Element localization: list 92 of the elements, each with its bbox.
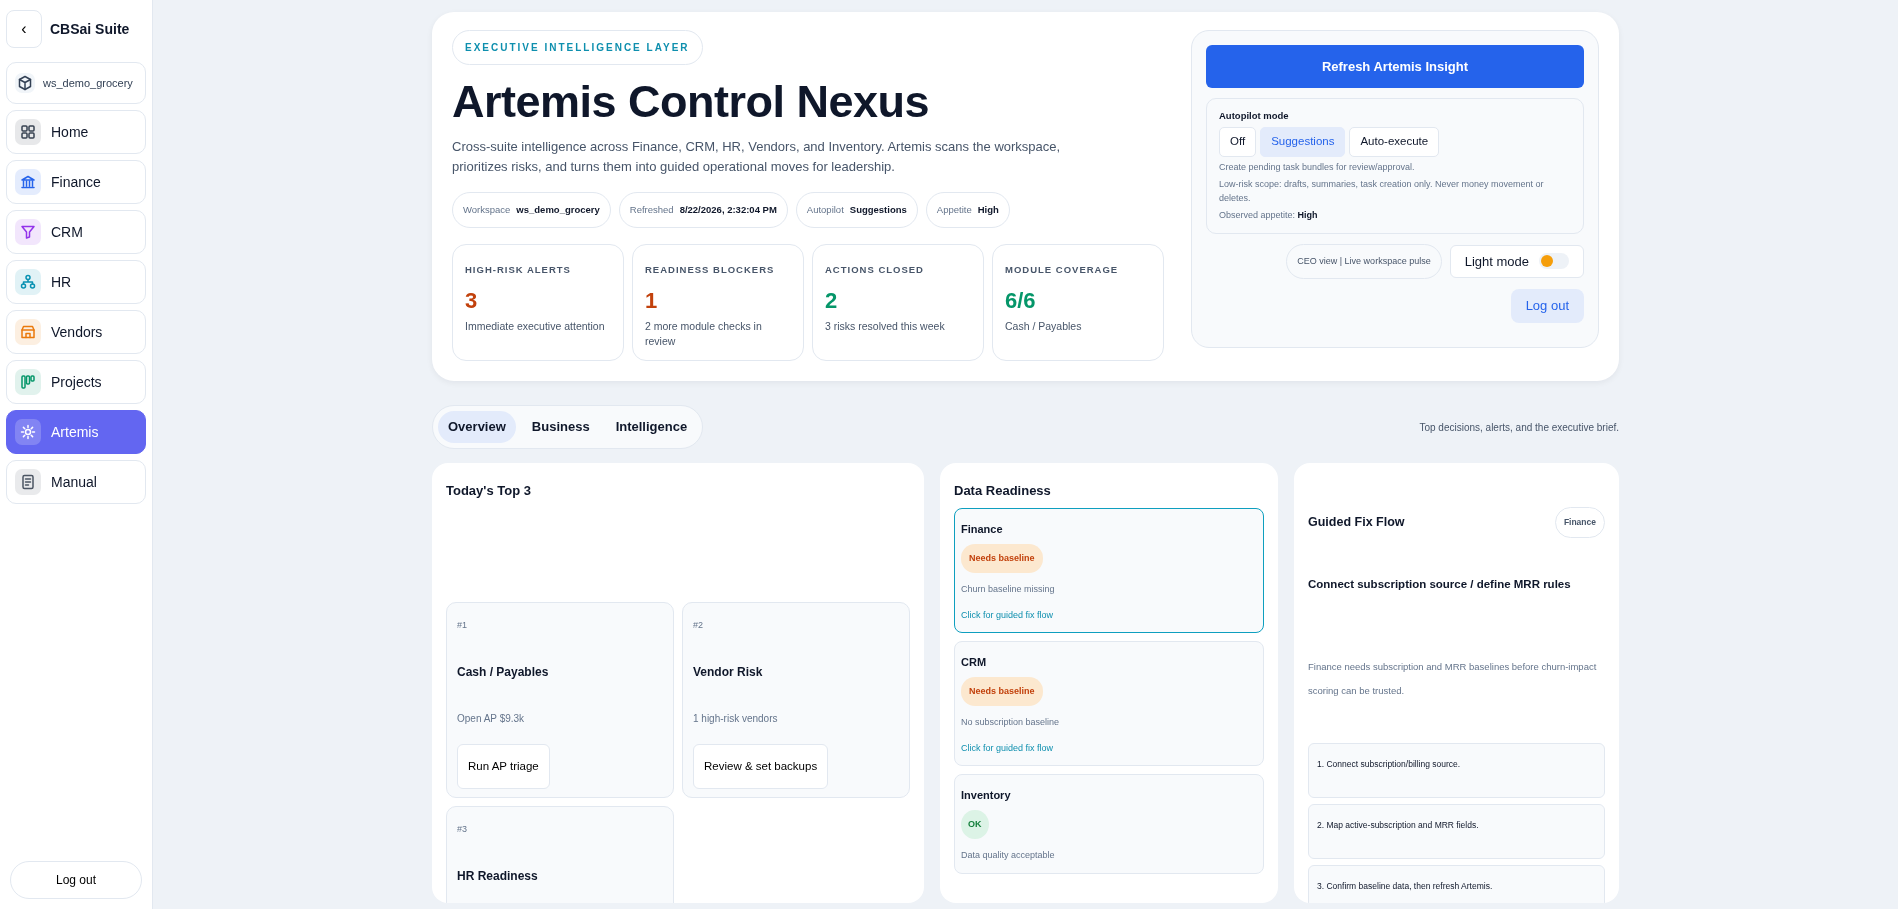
sidebar-item[interactable]: HR bbox=[6, 260, 146, 304]
store-icon bbox=[20, 324, 36, 340]
metric-value: 2 bbox=[825, 286, 839, 315]
refresh-button[interactable]: Refresh Artemis Insight bbox=[1206, 45, 1584, 88]
grid-icon bbox=[20, 124, 36, 140]
tab-hint: Top decisions, alerts, and the executive brief. bbox=[1419, 420, 1619, 435]
chip-label: Appetite bbox=[936, 203, 972, 217]
priority-detail: 1 high-risk vendors bbox=[693, 711, 779, 726]
logout-button[interactable]: Log out bbox=[10, 861, 142, 899]
module-name: Inventory bbox=[961, 788, 1012, 804]
chip-value: 8/22/2026, 2:32:04 PM bbox=[679, 203, 777, 217]
module-name: Finance bbox=[961, 522, 1004, 538]
sidebar-item[interactable]: Manual bbox=[6, 460, 146, 504]
rank-label: #1 bbox=[457, 619, 468, 633]
tab[interactable]: Intelligence bbox=[605, 411, 698, 443]
autopilot-scope: Low-risk scope: drafts, summaries, task creation only. Never money movement or deletes. bbox=[1219, 178, 1545, 205]
metric-label: MODULE COVERAGE bbox=[1005, 263, 1120, 278]
metric-note: Immediate executive attention bbox=[465, 318, 606, 334]
mode-option[interactable]: Suggestions bbox=[1260, 127, 1346, 157]
fix-flow-link[interactable]: Click for guided fix flow bbox=[961, 608, 1054, 623]
back-button[interactable]: ‹ bbox=[6, 10, 42, 48]
page-title: Artemis Control Nexus bbox=[452, 75, 931, 129]
appetite-text: Observed appetite: High bbox=[1219, 209, 1319, 222]
metric-label: READINESS BLOCKERS bbox=[645, 263, 776, 278]
status-detail: Churn baseline missing bbox=[961, 583, 1056, 597]
funnel-icon bbox=[20, 224, 36, 240]
metric-value: 6/6 bbox=[1005, 286, 1037, 315]
tab[interactable]: Business bbox=[521, 411, 600, 443]
fix-step: 3. Confirm baseline data, then refresh Artemis. bbox=[1308, 865, 1605, 903]
fix-step: 2. Map active-subscription and MRR fields. bbox=[1308, 804, 1605, 860]
theme-toggle[interactable]: Light mode bbox=[1449, 244, 1584, 278]
rank-label: #2 bbox=[693, 619, 704, 633]
fix-flow-link[interactable]: Click for guided fix flow bbox=[961, 741, 1054, 756]
columns-icon bbox=[20, 374, 36, 390]
sidebar-item[interactable]: Vendors bbox=[6, 310, 146, 354]
sidebar-item[interactable]: Artemis bbox=[6, 410, 146, 454]
bank-icon bbox=[20, 174, 36, 190]
status-detail: No subscription baseline bbox=[961, 716, 1061, 730]
metric-note: Cash / Payables bbox=[1005, 318, 1083, 334]
chip-label: Workspace bbox=[463, 203, 511, 217]
metric-label: ACTIONS CLOSED bbox=[825, 263, 925, 278]
action-button[interactable]: Review & set backups bbox=[693, 743, 829, 789]
action-button[interactable]: Run AP triage bbox=[457, 743, 550, 789]
status-badge: OK bbox=[961, 809, 989, 840]
sidebar-item[interactable]: CRM bbox=[6, 210, 146, 254]
panel-title: Today's Top 3 bbox=[446, 481, 532, 500]
metric-value: 1 bbox=[645, 286, 659, 315]
document-icon bbox=[20, 474, 36, 490]
status-badge: Needs baseline bbox=[961, 676, 1043, 707]
metric-label: HIGH-RISK ALERTS bbox=[465, 263, 572, 278]
fix-step: 1. Connect subscription/billing source. bbox=[1308, 743, 1605, 799]
metric-note: 3 risks resolved this week bbox=[825, 318, 946, 334]
chip-label: Autopilot bbox=[806, 203, 844, 217]
workspace-selector[interactable]: ws_demo_grocery bbox=[6, 62, 146, 104]
priority-title: Cash / Payables bbox=[457, 663, 550, 681]
panel-title: Guided Fix Flow bbox=[1308, 513, 1405, 531]
panel-title: Data Readiness bbox=[954, 481, 1052, 500]
page-description: Cross-suite intelligence across Finance, CRM, HR, Vendors, and Inventory. Artemis scans the workspace, prioritizes risks, and turns them into guided operational moves for leadership. bbox=[452, 138, 1062, 176]
fix-heading: Connect subscription source / define MRR rules bbox=[1308, 576, 1572, 592]
priority-title: Vendor Risk bbox=[693, 663, 764, 681]
autopilot-description: Create pending task bundles for review/approval. bbox=[1219, 160, 1416, 174]
autopilot-title: Autopilot mode bbox=[1219, 109, 1290, 123]
brand-name: CBSai Suite bbox=[50, 19, 130, 39]
readiness-card[interactable]: Inventory OK Data quality acceptable bbox=[954, 774, 1264, 874]
mode-option[interactable]: Auto-execute bbox=[1349, 127, 1440, 157]
chip-value: ws_demo_grocery bbox=[516, 203, 600, 217]
readiness-card[interactable]: Finance Needs baseline Churn baseline missing Click for guided fix flow bbox=[954, 508, 1264, 634]
priority-detail: Open AP $9.3k bbox=[457, 711, 526, 726]
toggle-knob bbox=[1541, 255, 1553, 268]
tab[interactable]: Overview bbox=[438, 411, 516, 443]
module-name: CRM bbox=[961, 655, 988, 671]
chip-label: Refreshed bbox=[629, 203, 674, 217]
theme-label: Light mode bbox=[1464, 252, 1529, 271]
sun-icon bbox=[20, 424, 36, 440]
fix-description: Finance needs subscription and MRR baselines before churn-impact scoring can be trusted. bbox=[1308, 659, 1598, 698]
metric-note: 2 more module checks in review bbox=[645, 318, 763, 350]
toggle-switch[interactable] bbox=[1539, 253, 1569, 270]
cube-icon bbox=[17, 75, 33, 91]
priority-title: HR Readiness bbox=[457, 867, 539, 885]
readiness-card[interactable]: CRM Needs baseline No subscription baseline Click for guided fix flow bbox=[954, 641, 1264, 767]
sidebar-item[interactable]: Home bbox=[6, 110, 146, 154]
rank-label: #3 bbox=[457, 823, 468, 837]
chip-value: High bbox=[977, 203, 999, 217]
metric-value: 3 bbox=[465, 286, 479, 315]
chip-value: Suggestions bbox=[849, 203, 907, 217]
sidebar-item[interactable]: Finance bbox=[6, 160, 146, 204]
status-detail: Data quality acceptable bbox=[961, 849, 1056, 863]
sidebar-item[interactable]: Projects bbox=[6, 360, 146, 404]
logout-button[interactable]: Log out bbox=[1510, 289, 1584, 323]
mode-option[interactable]: Off bbox=[1219, 127, 1257, 157]
status-badge: Needs baseline bbox=[961, 543, 1043, 574]
network-icon bbox=[20, 274, 36, 290]
